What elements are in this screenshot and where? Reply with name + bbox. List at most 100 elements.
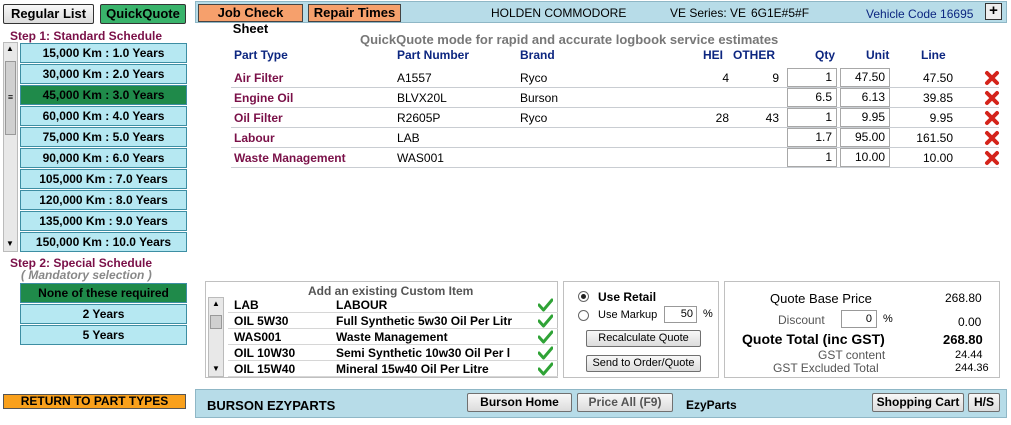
use-markup-radio[interactable] <box>578 310 589 321</box>
part-number-cell: LAB <box>397 131 420 145</box>
schedule-item[interactable]: 120,000 Km : 8.0 Years <box>20 190 187 210</box>
scroll-down-icon[interactable]: ▼ <box>6 239 14 248</box>
discount-value: 0.00 <box>958 315 982 329</box>
radio-dot <box>581 294 586 299</box>
custom-items-title: Add an existing Custom Item <box>308 284 474 298</box>
schedule-item[interactable]: 105,000 Km : 7.0 Years <box>20 169 187 189</box>
unit-input[interactable]: 6.13 <box>840 88 890 107</box>
custom-item[interactable]: LAB LABOUR <box>228 297 558 313</box>
custom-item[interactable]: OIL 15W40 Mineral 15w40 Oil Per Litre <box>228 361 558 377</box>
bottom-bar: BURSON EZYPARTS Burson Home Price All (F… <box>195 389 1007 418</box>
send-to-order-button[interactable]: Send to Order/Quote <box>586 355 701 372</box>
add-icon[interactable]: + <box>985 3 1002 20</box>
repair-times-button[interactable]: Repair Times <box>308 4 401 22</box>
quote-total-label: Quote Total (inc GST) <box>742 331 885 347</box>
job-check-sheet-button[interactable]: Job Check Sheet <box>198 4 303 36</box>
special-schedule-item[interactable]: 2 Years <box>20 304 187 324</box>
qty-input[interactable]: 1 <box>787 68 837 87</box>
burson-home-button[interactable]: Burson Home <box>467 393 572 412</box>
header-part-number: Part Number <box>397 48 470 62</box>
quote-summary-panel: Quote Base Price 268.80 Discount 0 % 0.0… <box>724 281 1000 378</box>
line-total-cell: 9.95 <box>929 111 953 125</box>
custom-item[interactable]: OIL 10W30 Semi Synthetic 10w30 Oil Per l <box>228 345 558 361</box>
special-schedule-item[interactable]: 5 Years <box>20 325 187 345</box>
gst-content-label: GST content <box>818 348 886 362</box>
part-number-cell: BLVX20L <box>397 91 447 105</box>
qty-input[interactable]: 1 <box>787 108 837 127</box>
scroll-up-icon[interactable]: ▲ <box>6 44 14 53</box>
other-cell: 43 <box>765 111 779 125</box>
engine-code: 6G1E#5#F <box>751 6 810 20</box>
part-type-cell: Waste Management <box>234 151 346 165</box>
custom-item-desc: Mineral 15w40 Oil Per Litre <box>336 362 489 376</box>
schedule-item[interactable]: 135,000 Km : 9.0 Years <box>20 211 187 231</box>
tab-regular-list[interactable]: Regular List <box>3 4 94 24</box>
line-total-cell: 39.85 <box>922 91 953 105</box>
unit-input[interactable]: 95.00 <box>840 128 890 147</box>
custom-item[interactable]: OIL 5W30 Full Synthetic 5w30 Oil Per Litr <box>228 313 558 329</box>
step1-label: Step 1: Standard Schedule <box>10 29 163 43</box>
part-number-cell: WAS001 <box>397 151 444 165</box>
vehicle-series: VE Series: VE <box>670 6 747 20</box>
use-retail-label[interactable]: Use Retail <box>598 290 656 304</box>
check-icon[interactable] <box>537 298 554 312</box>
hei-cell: 28 <box>715 111 729 125</box>
discount-label: Discount <box>778 313 825 327</box>
delete-icon[interactable] <box>984 130 1000 146</box>
custom-item-code: OIL 15W40 <box>234 362 296 376</box>
discount-input[interactable]: 0 <box>841 310 877 328</box>
use-markup-label[interactable]: Use Markup <box>598 309 657 321</box>
qty-input[interactable]: 1 <box>787 148 837 167</box>
custom-scroll-up-icon[interactable]: ▲ <box>212 299 220 308</box>
schedule-item[interactable]: 60,000 Km : 4.0 Years <box>20 106 187 126</box>
check-icon[interactable] <box>537 362 554 376</box>
custom-item[interactable]: WAS001 Waste Management <box>228 329 558 345</box>
brand-cell: Ryco <box>520 71 548 85</box>
markup-input[interactable]: 50 <box>664 306 697 323</box>
schedule-item[interactable]: 30,000 Km : 2.0 Years <box>20 64 187 84</box>
use-retail-radio[interactable] <box>578 291 589 302</box>
delete-icon[interactable] <box>984 110 1000 126</box>
schedule-item[interactable]: 15,000 Km : 1.0 Years <box>20 43 187 63</box>
tab-quickquote[interactable]: QuickQuote <box>100 4 186 24</box>
qty-input[interactable]: 6.5 <box>787 88 837 107</box>
schedule-item[interactable]: 75,000 Km : 5.0 Years <box>20 127 187 147</box>
check-icon[interactable] <box>537 346 554 360</box>
unit-input[interactable]: 47.50 <box>840 68 890 87</box>
table-row: Air Filter A1557 Ryco 4 9 1 47.50 47.50 <box>231 68 999 88</box>
custom-item-code: WAS001 <box>234 330 282 344</box>
unit-input[interactable]: 9.95 <box>840 108 890 127</box>
schedule-item[interactable]: 150,000 Km : 10.0 Years <box>20 232 187 252</box>
ezyparts-label: EzyParts <box>686 398 737 412</box>
table-row: Waste Management WAS001 1 10.00 10.00 <box>231 148 999 168</box>
line-total-cell: 10.00 <box>922 151 953 165</box>
schedule-scrollbar[interactable]: ▲ ≡ ▼ <box>3 42 18 252</box>
base-price-label: Quote Base Price <box>770 291 872 306</box>
shopping-cart-button[interactable]: Shopping Cart <box>872 393 964 412</box>
delete-icon[interactable] <box>984 150 1000 166</box>
burson-ezyparts-brand: BURSON EZYPARTS <box>207 398 336 413</box>
header-part-type: Part Type <box>234 48 288 62</box>
return-to-part-types-button[interactable]: RETURN TO PART TYPES <box>3 394 186 409</box>
line-total-cell: 47.50 <box>922 71 953 85</box>
schedule-item[interactable]: 45,000 Km : 3.0 Years <box>20 85 187 105</box>
check-icon[interactable] <box>537 330 554 344</box>
gst-content-value: 24.44 <box>955 349 983 361</box>
schedule-item[interactable]: 90,000 Km : 6.0 Years <box>20 148 187 168</box>
vehicle-model: HOLDEN COMMODORE <box>491 6 627 20</box>
custom-scroll-thumb[interactable] <box>210 315 222 329</box>
custom-scrollbar[interactable]: ▲ ▼ <box>208 297 224 377</box>
delete-icon[interactable] <box>984 90 1000 106</box>
scroll-thumb[interactable]: ≡ <box>5 61 16 135</box>
custom-scroll-down-icon[interactable]: ▼ <box>212 364 220 373</box>
header-qty: Qty <box>815 48 836 62</box>
special-schedule-item[interactable]: None of these required <box>20 283 187 303</box>
delete-icon[interactable] <box>984 70 1000 86</box>
price-all-button[interactable]: Price All (F9) <box>577 393 673 412</box>
check-icon[interactable] <box>537 314 554 328</box>
unit-input[interactable]: 10.00 <box>840 148 890 167</box>
hs-button[interactable]: H/S <box>968 393 1000 412</box>
recalculate-quote-button[interactable]: Recalculate Quote <box>586 330 701 347</box>
qty-input[interactable]: 1.7 <box>787 128 837 147</box>
brand-cell: Ryco <box>520 111 548 125</box>
